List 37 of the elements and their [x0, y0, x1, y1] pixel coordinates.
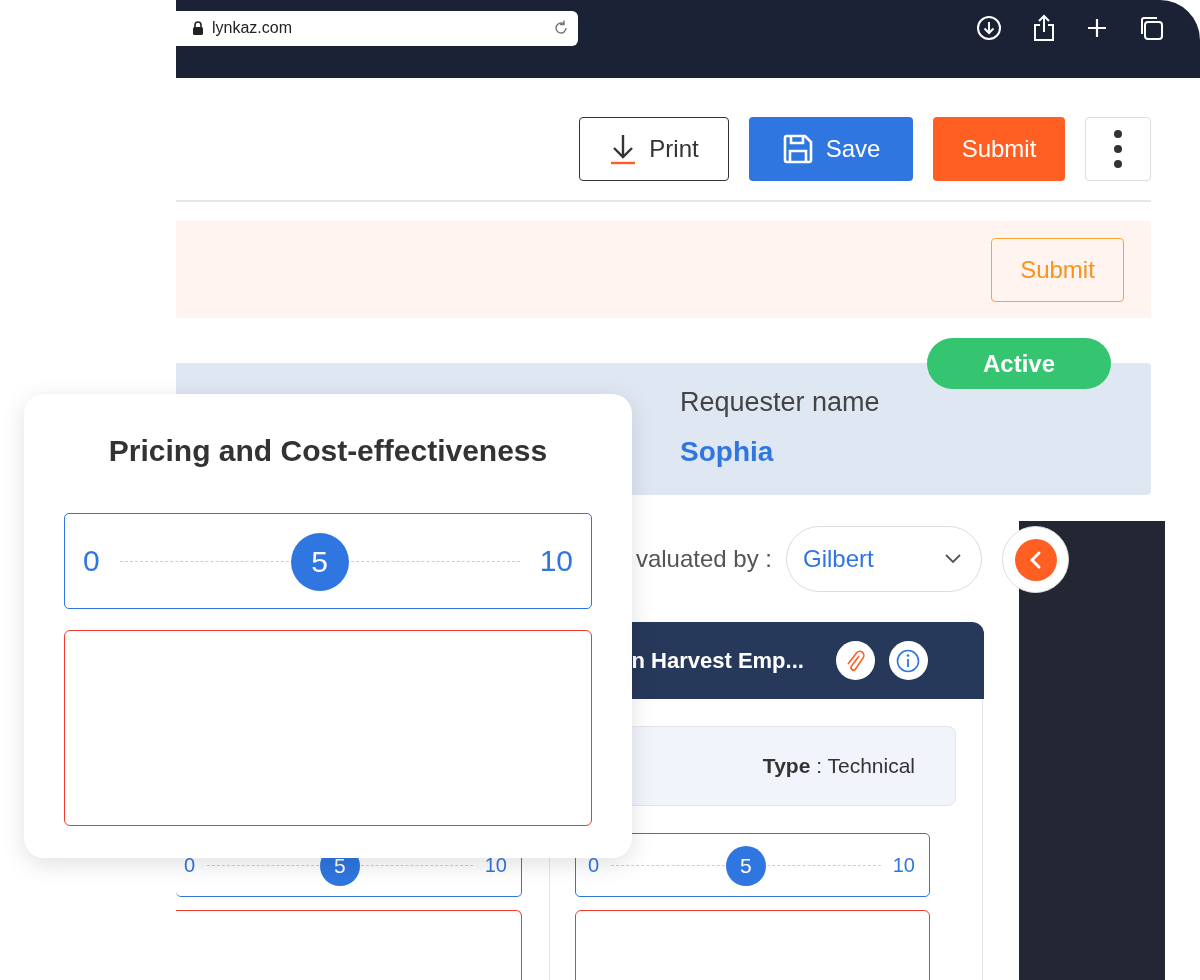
chevron-left-icon	[1014, 538, 1057, 581]
popup-title: Pricing and Cost-effectiveness	[108, 434, 548, 468]
paperclip-icon[interactable]	[835, 641, 875, 680]
lock-icon	[192, 21, 204, 35]
max-label: 10	[539, 544, 573, 578]
save-button[interactable]: Save	[749, 117, 913, 181]
evaluator-select[interactable]: Gilbert	[786, 526, 982, 592]
type-text: Type : Technical	[762, 754, 915, 778]
print-button[interactable]: Print	[579, 117, 729, 181]
max-label: 10	[484, 853, 507, 877]
plus-icon[interactable]	[1086, 17, 1108, 39]
supplier-title: n Harvest Emp...	[631, 647, 804, 674]
more-button[interactable]	[1085, 117, 1151, 181]
slider-thumb[interactable]: 5	[290, 532, 349, 591]
evaluator-label: valuated by :	[635, 545, 772, 573]
min-label: 0	[83, 544, 100, 578]
more-icon	[1113, 129, 1123, 169]
submit-button[interactable]: Submit	[933, 117, 1065, 181]
requester-name: Sophia	[680, 436, 774, 468]
address-bar[interactable]: lynkaz.com	[176, 10, 578, 46]
min-label: 0	[588, 853, 600, 877]
share-icon[interactable]	[1032, 14, 1056, 42]
score-slider[interactable]: 0 5 10	[575, 833, 930, 897]
url-text: lynkaz.com	[212, 19, 294, 37]
reload-icon[interactable]	[552, 19, 570, 37]
download-icon	[609, 133, 638, 165]
max-label: 10	[892, 853, 915, 877]
info-icon[interactable]	[888, 641, 928, 680]
score-slider[interactable]: 0 5 10	[64, 513, 592, 609]
slider-thumb[interactable]: 5	[725, 845, 766, 886]
download-icon[interactable]	[976, 15, 1002, 41]
status-badge: Active	[927, 338, 1111, 389]
tabs-icon[interactable]	[1138, 15, 1164, 41]
chevron-down-icon	[945, 554, 961, 564]
min-label: 0	[184, 853, 196, 877]
comment-field[interactable]	[64, 630, 592, 826]
requester-label: Requester name	[680, 387, 880, 418]
